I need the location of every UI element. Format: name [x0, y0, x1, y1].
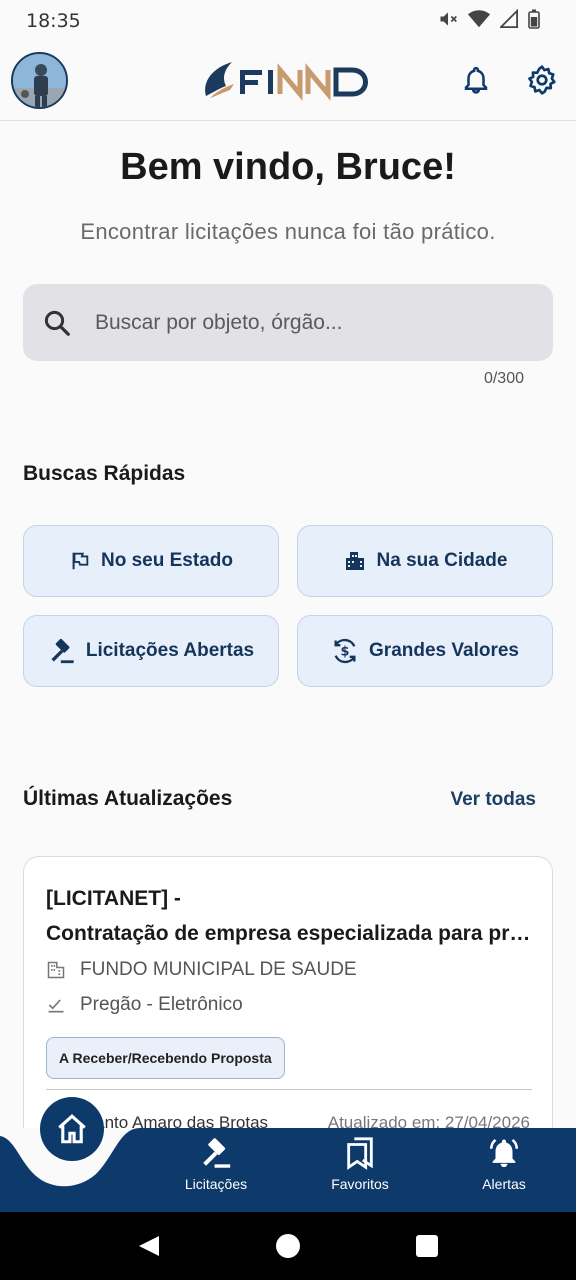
search-icon: [44, 310, 70, 336]
bid-card-agency-row: FUNDO MUNICIPAL DE SAUDE: [46, 959, 357, 981]
wifi-icon: [468, 10, 490, 28]
bid-card-title-line1: [LICITANET] -: [46, 887, 181, 910]
bid-card[interactable]: [LICITANET] - Contratação de empresa esp…: [23, 856, 553, 1156]
quick-search-city-button[interactable]: Na sua Cidade: [297, 525, 553, 597]
bid-status-badge: A Receber/Recebendo Proposta: [46, 1037, 285, 1079]
mute-icon: [440, 12, 457, 26]
flag-icon: [72, 552, 89, 570]
currency-exchange-icon: $: [334, 638, 356, 664]
app-bar: [0, 42, 576, 121]
notifications-bell-icon[interactable]: [461, 64, 491, 96]
recents-icon[interactable]: [416, 1235, 438, 1257]
quick-search-label: Licitações Abertas: [85, 640, 255, 661]
settings-gear-icon[interactable]: [526, 64, 558, 96]
quick-search-high-values-button[interactable]: $ Grandes Valores: [297, 615, 553, 687]
bid-card-modality-row: Pregão - Eletrônico: [46, 994, 243, 1016]
finnd-logo: [200, 56, 380, 106]
alarm-bell-icon: [489, 1138, 519, 1168]
quick-search-open-bids-button[interactable]: Licitações Abertas: [23, 615, 279, 687]
home-circle-icon[interactable]: [276, 1234, 300, 1258]
quick-search-state-button[interactable]: No seu Estado: [23, 525, 279, 597]
status-time: 18:35: [26, 10, 81, 32]
nav-item-label: Favoritos: [331, 1176, 389, 1192]
quick-search-label: Grandes Valores: [369, 640, 519, 661]
welcome-subtitle: Encontrar licitações nunca foi tão práti…: [80, 219, 496, 244]
nav-item-licitacoes[interactable]: Licitações: [161, 1136, 271, 1192]
welcome-title: Bem vindo, Bruce!: [120, 146, 456, 188]
home-nav-button[interactable]: [40, 1097, 104, 1161]
checklist-icon: [48, 999, 64, 1013]
nav-item-label: Licitações: [184, 1176, 248, 1192]
bid-card-title-line2: Contratação de empresa especializada par…: [46, 922, 536, 945]
battery-icon: [528, 9, 540, 29]
gavel-icon: [203, 1138, 231, 1168]
search-input[interactable]: [95, 284, 535, 361]
nav-item-alertas[interactable]: Alertas: [449, 1136, 559, 1192]
status-icons: [438, 9, 540, 29]
city-icon: [345, 552, 364, 570]
svg-text:$: $: [341, 645, 350, 660]
home-icon: [58, 1114, 86, 1144]
status-bar: 18:35: [0, 0, 576, 42]
building-icon: [47, 961, 65, 979]
bid-card-agency: FUNDO MUNICIPAL DE SAUDE: [80, 959, 357, 980]
avatar[interactable]: [11, 52, 68, 109]
see-all-link[interactable]: Ver todas: [450, 789, 536, 811]
nav-item-favoritos[interactable]: Favoritos: [305, 1136, 415, 1192]
bid-card-modality: Pregão - Eletrônico: [80, 994, 243, 1015]
signal-icon: [500, 9, 518, 28]
search-char-counter: 0/300: [483, 370, 524, 387]
quick-search-label: No seu Estado: [101, 550, 233, 571]
search-box[interactable]: [23, 284, 553, 361]
back-icon[interactable]: [137, 1234, 161, 1258]
bid-card-title: [LICITANET] - Contratação de empresa esp…: [46, 881, 536, 951]
nav-item-label: Alertas: [482, 1176, 526, 1192]
gavel-icon: [51, 638, 74, 664]
bookmarks-icon: [347, 1137, 373, 1170]
quick-search-title: Buscas Rápidas: [23, 462, 186, 485]
system-nav-bar: [0, 1212, 576, 1280]
card-divider: [46, 1089, 532, 1090]
quick-search-label: Na sua Cidade: [376, 550, 508, 571]
updates-title: Últimas Atualizações: [23, 787, 233, 810]
